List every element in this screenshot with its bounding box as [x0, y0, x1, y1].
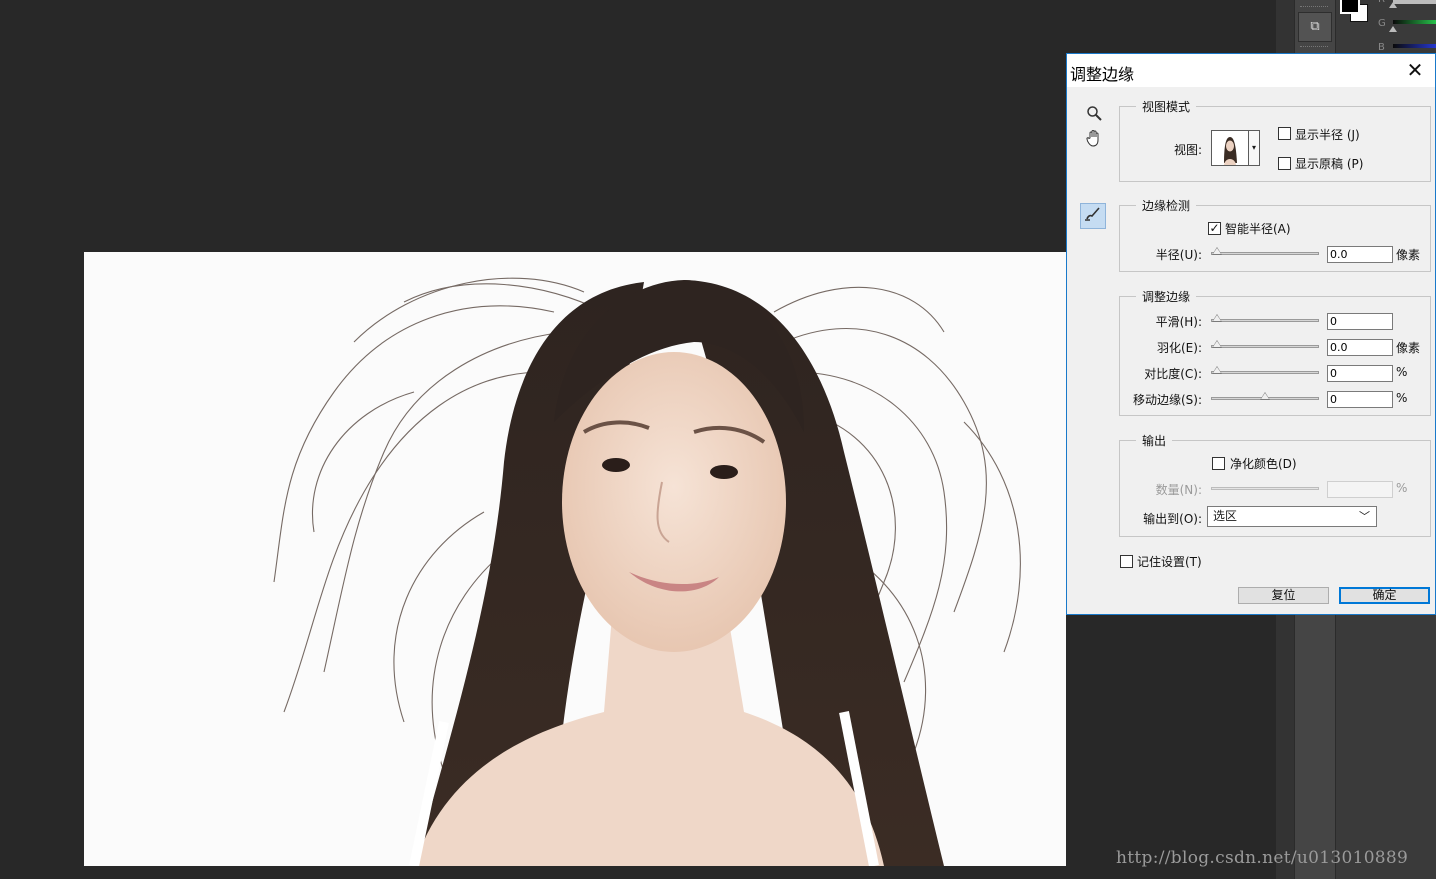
smooth-slider[interactable]: [1211, 314, 1319, 322]
contrast-slider-thumb[interactable]: [1212, 366, 1222, 374]
output-legend: 输出: [1136, 432, 1173, 449]
view-label: 视图:: [1174, 143, 1203, 157]
zoom-tool-icon[interactable]: [1081, 103, 1107, 129]
hand-tool-icon[interactable]: [1081, 129, 1107, 155]
radius-input[interactable]: 0.0: [1327, 246, 1393, 263]
radius-slider[interactable]: [1211, 247, 1319, 255]
feather-label: 羽化(E):: [1157, 341, 1202, 355]
chevron-down-icon: ﹀: [1359, 510, 1370, 523]
edge-detection-legend: 边缘检测: [1136, 197, 1197, 214]
show-original-label: 显示原稿 (P): [1295, 157, 1364, 171]
view-dropdown-arrow-icon[interactable]: ▾: [1249, 130, 1260, 166]
channel-g-label: G: [1378, 18, 1386, 29]
channel-r-label: R: [1378, 0, 1385, 5]
feather-slider-thumb[interactable]: [1212, 340, 1222, 348]
view-thumbnail[interactable]: [1211, 130, 1249, 166]
document-canvas[interactable]: [84, 252, 1066, 866]
close-icon[interactable]: ✕: [1405, 60, 1425, 80]
view-mode-legend: 视图模式: [1136, 98, 1197, 115]
channel-b-slider[interactable]: [1393, 44, 1436, 48]
refine-radius-brush-icon[interactable]: [1080, 203, 1106, 229]
decontaminate-colors-checkbox[interactable]: [1212, 457, 1225, 470]
feather-unit: 像素: [1396, 341, 1421, 355]
refine-edge-dialog: 调整边缘 ✕ 视图模式 视图: ▾ 显示半径 (J) 显示原稿 (P) 边缘检测: [1066, 53, 1436, 615]
dialog-titlebar[interactable]: 调整边缘 ✕: [1067, 54, 1435, 87]
portrait-photo: [84, 252, 1066, 866]
radius-slider-thumb[interactable]: [1212, 247, 1222, 255]
adjust-edge-group: 调整边缘 平滑(H): 0 羽化(E): 0.0 像素 对比度(C): 0 % …: [1119, 288, 1431, 416]
shift-edge-label: 移动边缘(S):: [1132, 393, 1202, 407]
decontaminate-colors-label: 净化颜色(D): [1230, 457, 1297, 471]
shift-edge-input[interactable]: 0: [1327, 391, 1393, 408]
show-original-checkbox[interactable]: [1278, 157, 1291, 170]
edge-detection-group: 边缘检测 ✓ 智能半径(A) 半径(U): 0.0 像素: [1119, 197, 1431, 272]
foreground-color-swatch[interactable]: [1340, 0, 1360, 14]
smooth-input[interactable]: 0: [1327, 313, 1393, 330]
output-group: 输出 净化颜色(D) 数量(N): % 输出到(O): 选区 ﹀: [1119, 432, 1431, 537]
dialog-title: 调整边缘: [1070, 65, 1135, 84]
contrast-input[interactable]: 0: [1327, 365, 1393, 382]
channel-r-thumb[interactable]: [1389, 2, 1397, 8]
channel-g-slider[interactable]: [1393, 20, 1436, 24]
view-mode-group: 视图模式 视图: ▾ 显示半径 (J) 显示原稿 (P): [1119, 98, 1431, 182]
contrast-label: 对比度(C):: [1144, 367, 1202, 381]
shift-edge-slider[interactable]: [1211, 392, 1319, 400]
panel-grip[interactable]: [1300, 6, 1328, 10]
output-to-select[interactable]: 选区 ﹀: [1207, 506, 1377, 527]
output-to-value: 选区: [1213, 509, 1238, 523]
radius-unit: 像素: [1396, 248, 1421, 262]
remember-settings-checkbox[interactable]: [1120, 555, 1133, 568]
smooth-label: 平滑(H):: [1155, 315, 1202, 329]
output-to-label: 输出到(O):: [1143, 512, 1202, 526]
reset-button[interactable]: 复位: [1238, 587, 1329, 604]
channel-g-thumb[interactable]: [1389, 26, 1397, 32]
show-radius-checkbox[interactable]: [1278, 127, 1291, 140]
radius-label: 半径(U):: [1155, 248, 1202, 262]
feather-input[interactable]: 0.0: [1327, 339, 1393, 356]
show-radius-label: 显示半径 (J): [1295, 128, 1360, 142]
shift-edge-unit: %: [1396, 391, 1408, 405]
smart-radius-checkbox[interactable]: ✓: [1208, 222, 1221, 235]
contrast-unit: %: [1396, 365, 1408, 379]
ok-button[interactable]: 确定: [1339, 587, 1430, 604]
adjust-edge-legend: 调整边缘: [1136, 288, 1197, 305]
smooth-slider-thumb[interactable]: [1212, 314, 1222, 322]
amount-slider: [1211, 487, 1319, 490]
smart-radius-label: 智能半径(A): [1225, 222, 1291, 236]
amount-label: 数量(N):: [1155, 483, 1202, 497]
shift-edge-slider-thumb[interactable]: [1260, 392, 1270, 400]
channel-r-slider[interactable]: [1393, 0, 1436, 4]
panel-grip[interactable]: [1300, 46, 1328, 50]
feather-slider[interactable]: [1211, 340, 1319, 348]
channel-b-label: B: [1378, 42, 1385, 53]
remember-settings-label: 记住设置(T): [1137, 555, 1202, 569]
layers-panel-icon[interactable]: ⧉: [1298, 12, 1332, 42]
watermark-text: http://blog.csdn.net/u013010889: [1116, 848, 1409, 868]
amount-input: [1327, 481, 1393, 498]
amount-unit: %: [1396, 481, 1408, 495]
contrast-slider[interactable]: [1211, 366, 1319, 374]
